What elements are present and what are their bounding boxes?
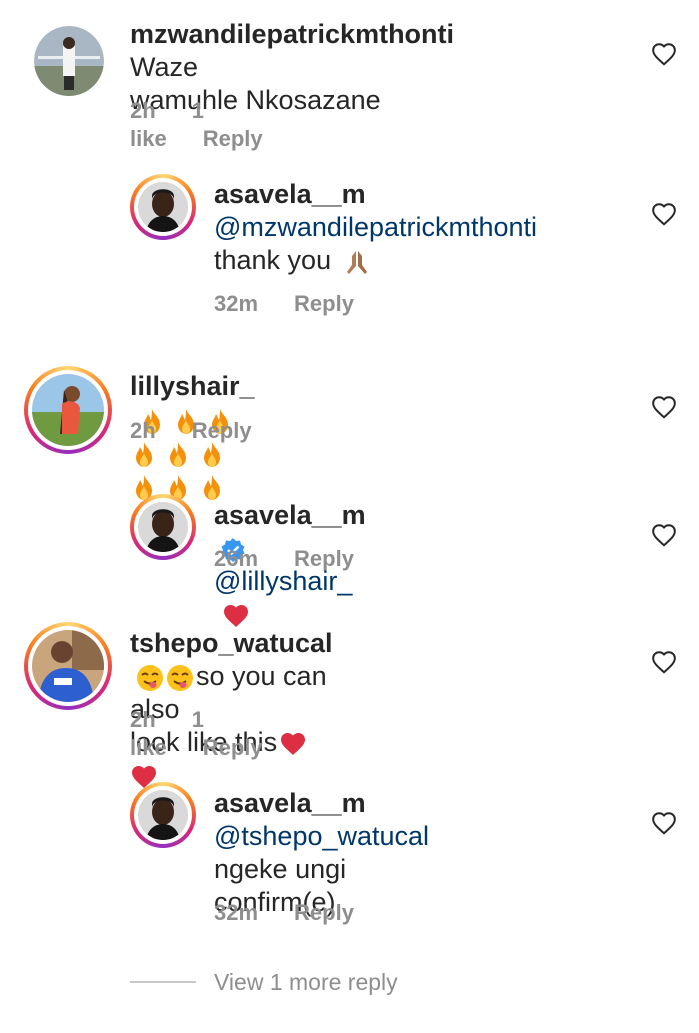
comment-time: 26m bbox=[214, 546, 259, 571]
comment-username[interactable]: asavela__m bbox=[214, 500, 366, 530]
mention-link[interactable]: @tshepo_watucal bbox=[214, 821, 429, 851]
comment-username[interactable]: tshepo_watucal bbox=[130, 628, 333, 658]
comment-time: 2h bbox=[130, 707, 156, 732]
avatar[interactable] bbox=[130, 174, 196, 240]
mention-link[interactable]: @mzwandilepatrickmthonti bbox=[214, 212, 537, 242]
comment-meta: 26m Reply bbox=[214, 545, 390, 573]
heart-icon[interactable] bbox=[651, 395, 677, 419]
comment-meta: 2h Reply bbox=[130, 417, 288, 445]
comment-meta: 32m Reply bbox=[214, 290, 390, 318]
yum-face-emoji-icon bbox=[167, 664, 193, 691]
comment-meta: 32m Reply bbox=[214, 899, 390, 927]
view-more-label[interactable]: View 1 more reply bbox=[214, 969, 398, 996]
comment-username[interactable]: mzwandilepatrickmthonti bbox=[130, 19, 454, 49]
avatar[interactable] bbox=[34, 26, 104, 96]
folded-hands-emoji-icon bbox=[346, 250, 367, 274]
comment-username[interactable]: asavela__m bbox=[214, 179, 366, 209]
reply-button[interactable]: Reply bbox=[203, 735, 263, 760]
reply-button[interactable]: Reply bbox=[203, 126, 263, 151]
heart-icon[interactable] bbox=[651, 811, 677, 835]
reply-button[interactable]: Reply bbox=[294, 900, 354, 925]
avatar[interactable] bbox=[130, 494, 196, 560]
comment-time: 32m bbox=[214, 900, 259, 925]
avatar[interactable] bbox=[24, 622, 112, 710]
reply-button[interactable]: Reply bbox=[294, 546, 354, 571]
comment-meta: 2h 1 like Reply bbox=[130, 97, 299, 153]
heart-icon[interactable] bbox=[651, 202, 677, 226]
reply-button[interactable]: Reply bbox=[192, 418, 252, 443]
heart-icon[interactable] bbox=[651, 650, 677, 674]
comment-username[interactable]: asavela__m bbox=[214, 788, 366, 818]
comment-meta: 2h 1 like Reply bbox=[130, 706, 299, 762]
view-more-replies[interactable]: View 1 more reply bbox=[130, 966, 398, 998]
fire-emoji-icon bbox=[204, 474, 220, 500]
comment-text: asavela__m @mzwandilepatrickmthonti than… bbox=[214, 179, 538, 275]
heart-icon[interactable] bbox=[651, 523, 677, 547]
avatar[interactable] bbox=[24, 366, 112, 454]
comment-username[interactable]: lillyshair_ bbox=[130, 371, 255, 401]
red-heart-emoji-icon bbox=[224, 604, 248, 627]
comment-time: 2h bbox=[130, 418, 156, 443]
reply-button[interactable]: Reply bbox=[294, 291, 354, 316]
avatar[interactable] bbox=[130, 782, 196, 848]
comment-time: 32m bbox=[214, 291, 259, 316]
comment-time: 2h bbox=[130, 98, 156, 123]
divider bbox=[130, 981, 196, 983]
heart-icon[interactable] bbox=[651, 42, 677, 66]
yum-face-emoji-icon bbox=[137, 664, 163, 691]
